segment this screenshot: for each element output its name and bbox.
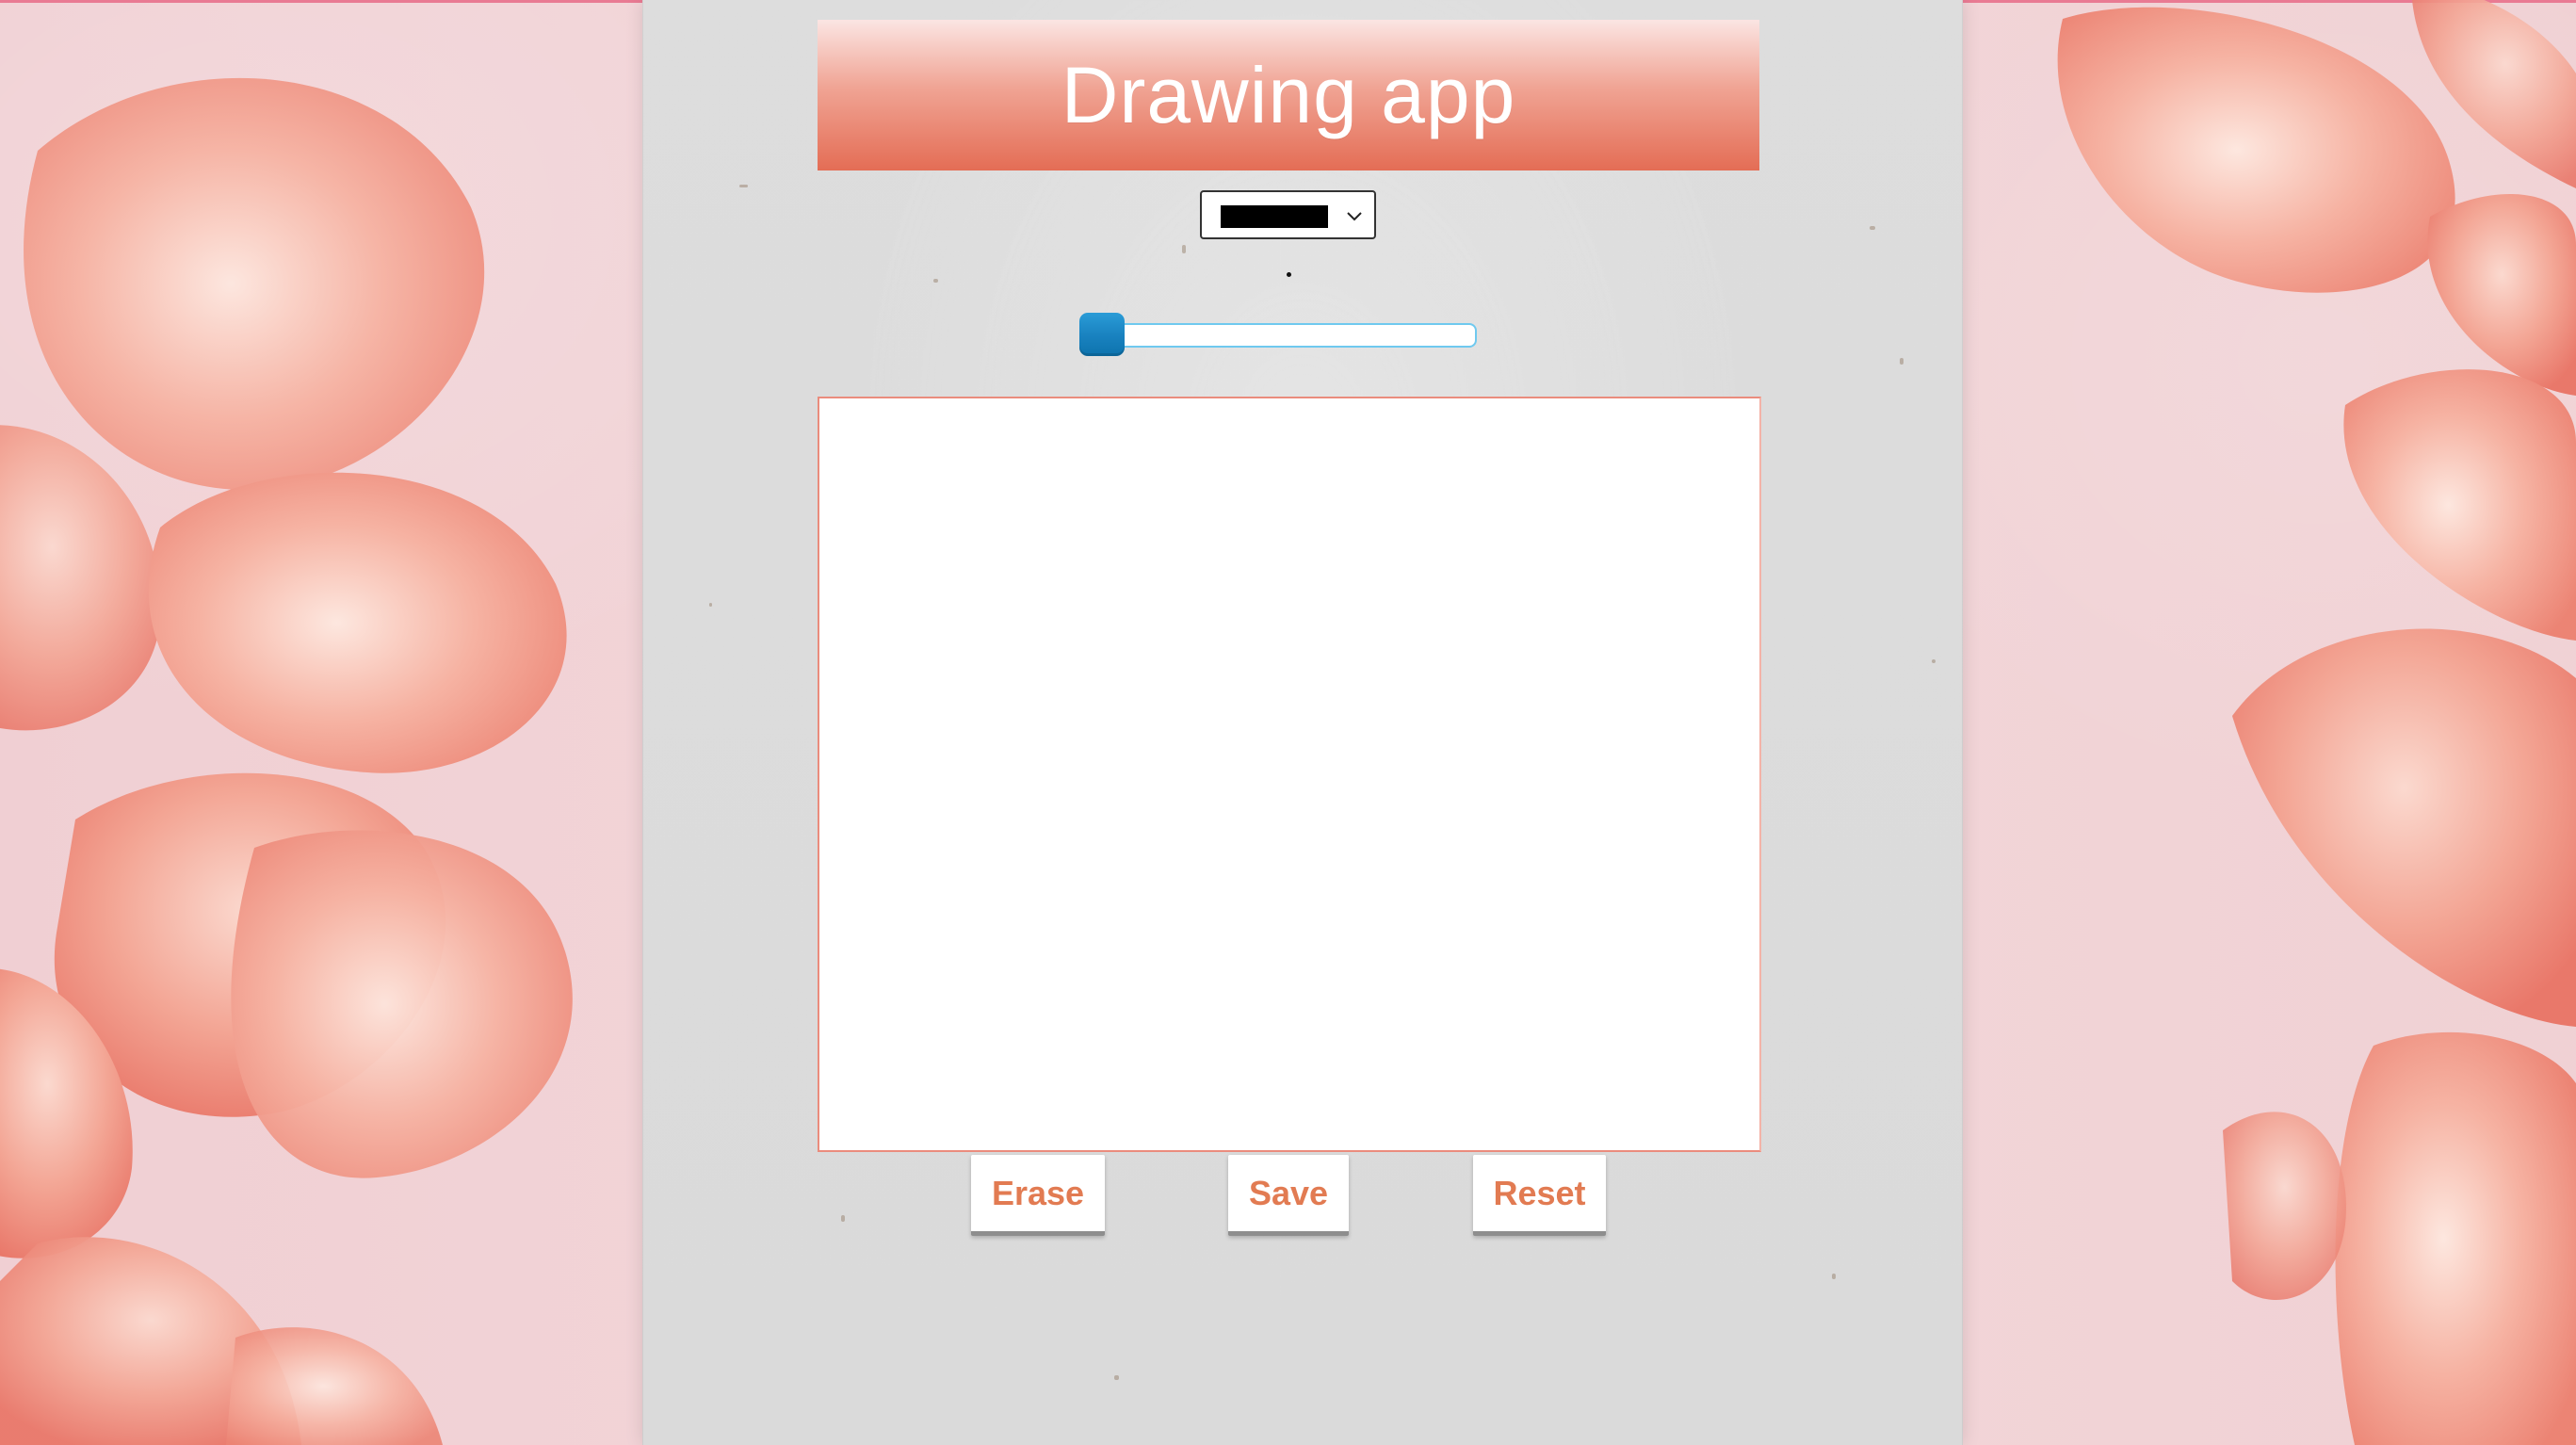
- app-header: Drawing app: [818, 20, 1759, 170]
- color-select[interactable]: [1200, 190, 1376, 239]
- drawing-canvas[interactable]: [818, 397, 1761, 1152]
- reset-button[interactable]: Reset: [1473, 1155, 1606, 1236]
- slider-thumb[interactable]: [1079, 313, 1125, 356]
- paper-speck: [933, 279, 938, 283]
- slider-track[interactable]: [1079, 323, 1477, 348]
- chevron-down-icon: [1347, 212, 1362, 221]
- paper-speck: [1114, 1375, 1119, 1380]
- paper-speck: [1870, 226, 1875, 230]
- paper-speck: [1932, 659, 1936, 663]
- brush-size-slider[interactable]: [1079, 313, 1477, 356]
- paper-speck: [1182, 245, 1186, 253]
- app-title: Drawing app: [1061, 50, 1516, 139]
- erase-button[interactable]: Erase: [971, 1155, 1105, 1236]
- paper-speck: [1832, 1274, 1836, 1279]
- brush-size-preview: [1287, 272, 1291, 277]
- paper-speck: [1900, 358, 1904, 365]
- paper-speck: [709, 603, 712, 607]
- paper-speck: [841, 1215, 845, 1222]
- save-button[interactable]: Save: [1228, 1155, 1349, 1236]
- selected-color-swatch: [1221, 205, 1328, 228]
- paper-speck: [739, 185, 748, 187]
